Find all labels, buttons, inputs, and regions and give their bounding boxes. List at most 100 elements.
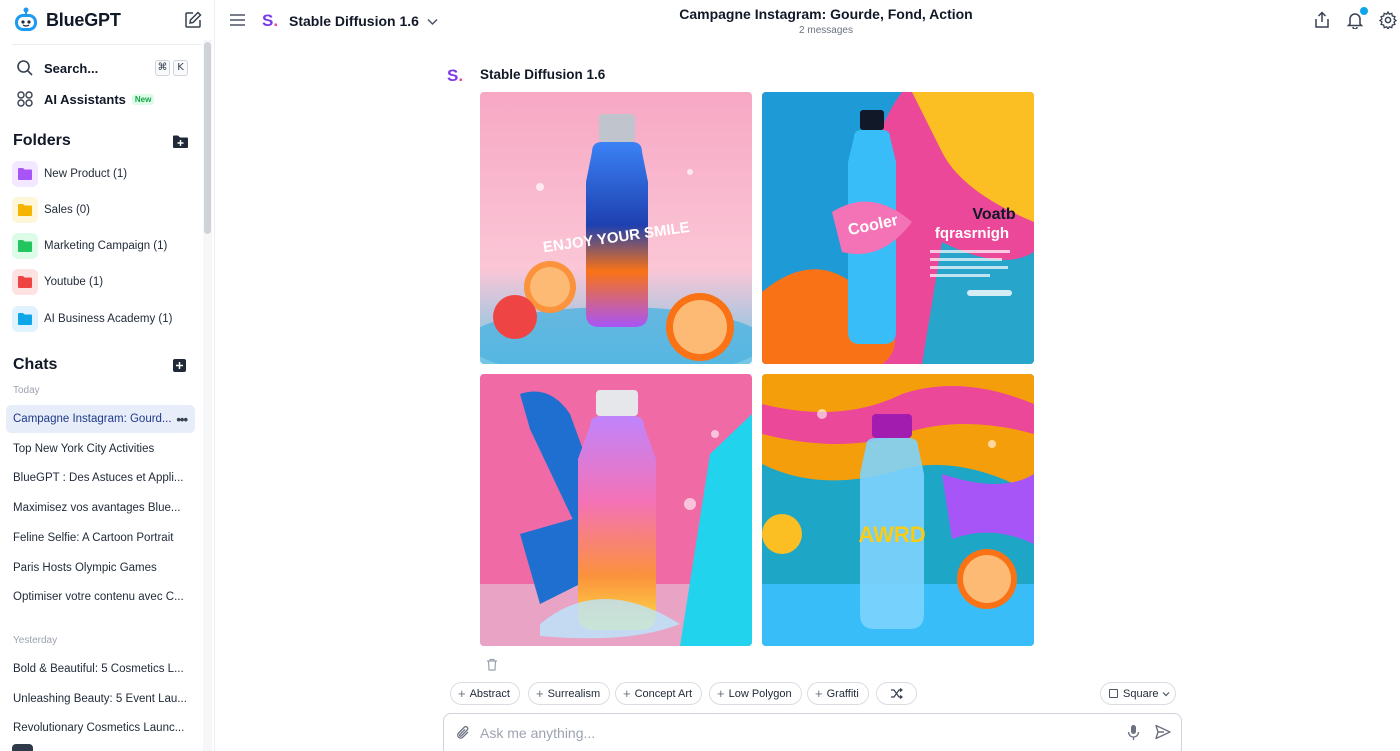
image-4-text: AWRD [858, 522, 925, 547]
chats-title: Chats [13, 356, 58, 373]
style-chip[interactable]: + Low Polygon [709, 682, 802, 705]
chat-item[interactable]: Revolutionary Cosmetics Launc... [6, 714, 195, 742]
message-input[interactable] [480, 722, 1100, 744]
chat-item-label: Paris Hosts Olympic Games [13, 561, 157, 574]
paperclip-icon[interactable] [455, 724, 471, 742]
kbd-cmd: ⌘ [155, 60, 170, 76]
style-chip[interactable]: + Concept Art [615, 682, 703, 705]
model-name: Stable Diffusion 1.6 [289, 13, 419, 29]
chat-group-label: Yesterday [13, 635, 58, 646]
aspect-ratio-select[interactable]: Square [1100, 682, 1176, 705]
add-chat-icon[interactable] [173, 359, 186, 372]
sidebar-ai-assistants[interactable]: AI Assistants New [10, 90, 155, 108]
chat-item[interactable]: BlueGPT : Des Astuces et Appli... [6, 464, 195, 492]
sidebar-scrollbar[interactable] [204, 42, 211, 234]
image-3-art [480, 374, 752, 646]
assistants-label: AI Assistants [44, 91, 126, 107]
folder-icon [12, 306, 38, 332]
folder-item[interactable]: New Product (1) [12, 161, 127, 187]
share-icon[interactable] [1313, 11, 1331, 29]
plus-icon: + [623, 686, 631, 701]
folder-item[interactable]: Youtube (1) [12, 269, 103, 295]
notification-dot [1360, 7, 1368, 15]
trash-icon[interactable] [486, 658, 498, 671]
chat-item[interactable]: Maximisez vos avantages Blue... [6, 494, 195, 522]
plus-icon: + [458, 686, 466, 701]
menu-icon[interactable] [229, 12, 246, 28]
shuffle-icon [891, 688, 903, 699]
folder-icon [12, 233, 38, 259]
image-1-art: ENJOY YOUR SMILE [480, 92, 752, 364]
chat-item-label: Optimiser votre contenu avec C... [13, 591, 184, 604]
model-selector[interactable]: S. Stable Diffusion 1.6 [262, 11, 438, 31]
sidebar: BlueGPT Search... ⌘ K AI Assistants New … [0, 0, 215, 751]
folder-label: Youtube (1) [44, 276, 104, 288]
user-avatar[interactable] [12, 744, 33, 751]
generated-image-2[interactable]: Cooler Voatb fqrasrnigh [762, 92, 1034, 364]
author-avatar-icon: S. [447, 66, 464, 85]
folder-icon [12, 161, 38, 187]
chat-item[interactable]: Unleashing Beauty: 5 Event Lau... [6, 685, 195, 713]
chevron-down-icon [427, 18, 438, 25]
brand[interactable]: BlueGPT [12, 6, 121, 34]
plus-icon: + [717, 686, 725, 701]
plus-icon: + [536, 686, 544, 701]
search-label: Search... [44, 60, 99, 76]
bluegpt-logo-icon [15, 7, 37, 31]
chat-item-label: Bold & Beautiful: 5 Cosmetics L... [13, 663, 184, 675]
style-chip-label: Concept Art [634, 687, 693, 700]
sidebar-search[interactable]: Search... ⌘ K [10, 56, 192, 80]
style-chip[interactable]: + Surrealism [528, 682, 611, 705]
folder-item[interactable]: Marketing Campaign (1) [12, 233, 167, 259]
chat-item-label: Feline Selfie: A Cartoon Portrait [13, 531, 174, 544]
generated-image-3[interactable] [480, 374, 752, 646]
kbd-k: K [173, 60, 188, 76]
chat-item[interactable]: Top New York City Activities [6, 435, 195, 463]
stable-diffusion-logo-icon: S. [262, 11, 279, 30]
folder-icon [12, 197, 38, 223]
add-folder-icon[interactable] [173, 135, 188, 148]
chat-item-label: Maximisez vos avantages Blue... [13, 502, 181, 515]
sidebar-divider [12, 44, 202, 45]
chat-options-icon[interactable]: ••• [176, 412, 188, 427]
folder-icon [12, 269, 38, 295]
style-chip[interactable]: + Abstract [450, 682, 520, 705]
app-window: BlueGPT Search... ⌘ K AI Assistants New … [0, 0, 1400, 751]
microphone-icon[interactable] [1127, 724, 1140, 741]
chat-group-label: Today [13, 385, 40, 396]
chat-item[interactable]: Paris Hosts Olympic Games [6, 554, 195, 582]
new-badge: New [131, 93, 155, 105]
folder-label: Marketing Campaign (1) [44, 240, 168, 252]
folder-label: AI Business Academy (1) [44, 313, 173, 325]
folder-item[interactable]: AI Business Academy (1) [12, 306, 172, 332]
image-2-text-a: Voatb [972, 206, 1015, 223]
chat-item[interactable]: Optimiser votre contenu avec C... [6, 583, 195, 611]
image-2-text-b: fqrasrnigh [935, 225, 1009, 242]
chat-item[interactable]: Feline Selfie: A Cartoon Portrait [6, 524, 195, 552]
generated-image-4[interactable]: AWRD [762, 374, 1034, 646]
image-4-art: AWRD [762, 374, 1034, 646]
send-icon[interactable] [1155, 724, 1171, 740]
generated-image-1[interactable]: ENJOY YOUR SMILE [480, 92, 752, 364]
chat-item-label: BlueGPT : Des Astuces et Appli... [13, 472, 184, 485]
chat-item-label: Top New York City Activities [13, 442, 155, 455]
gear-icon[interactable] [1379, 11, 1397, 29]
image-2-art: Cooler Voatb fqrasrnigh [762, 92, 1034, 364]
chevron-down-icon [1163, 691, 1170, 696]
folder-item[interactable]: Sales (0) [12, 197, 90, 223]
chat-item-label: Unleashing Beauty: 5 Event Lau... [13, 692, 187, 705]
style-chip-label: Graffiti [826, 687, 859, 700]
folders-title: Folders [13, 132, 71, 149]
folder-label: New Product (1) [44, 168, 128, 180]
shuffle-button[interactable] [876, 682, 917, 705]
style-chip-label: Low Polygon [728, 687, 792, 700]
brand-name: BlueGPT [46, 9, 121, 30]
plus-icon: + [815, 686, 823, 701]
chat-item[interactable]: Campagne Instagram: Gourd... ••• [6, 405, 195, 433]
chat-item-label: Revolutionary Cosmetics Launc... [13, 722, 185, 735]
style-chip[interactable]: + Graffiti [807, 682, 869, 705]
folder-label: Sales (0) [44, 204, 91, 216]
square-icon [1109, 689, 1118, 698]
chat-item[interactable]: Bold & Beautiful: 5 Cosmetics L... [6, 655, 195, 683]
new-chat-icon[interactable] [184, 11, 202, 29]
